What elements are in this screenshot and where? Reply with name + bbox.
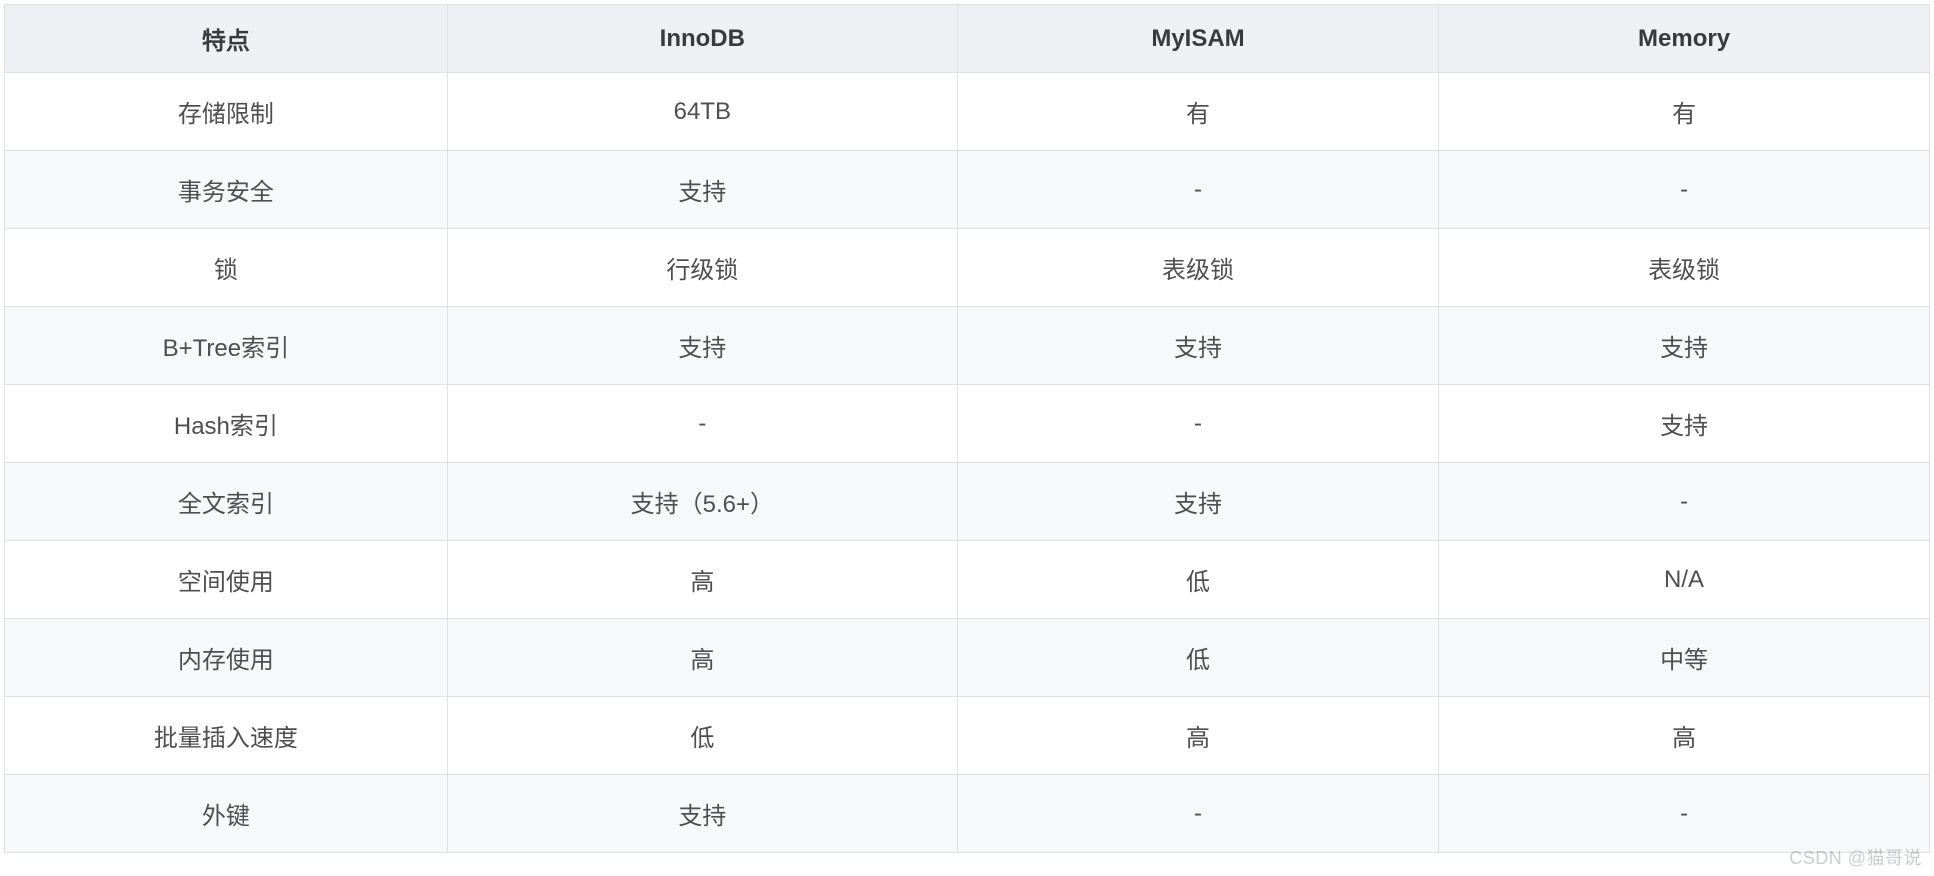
cell-innodb: - [447,385,957,463]
cell-innodb: 高 [447,619,957,697]
table-row: 锁 行级锁 表级锁 表级锁 [5,229,1930,307]
cell-memory: 有 [1439,73,1930,151]
cell-myisam: - [957,151,1438,229]
cell-innodb: 支持（5.6+） [447,463,957,541]
cell-memory: 表级锁 [1439,229,1930,307]
table-row: B+Tree索引 支持 支持 支持 [5,307,1930,385]
cell-innodb: 高 [447,541,957,619]
cell-memory: - [1439,151,1930,229]
cell-innodb: 低 [447,697,957,775]
cell-feature: 外键 [5,775,448,853]
table-row: 事务安全 支持 - - [5,151,1930,229]
header-memory: Memory [1439,5,1930,73]
table-row: 外键 支持 - - [5,775,1930,853]
cell-feature: 全文索引 [5,463,448,541]
table-row: 批量插入速度 低 高 高 [5,697,1930,775]
cell-feature: 内存使用 [5,619,448,697]
cell-myisam: 支持 [957,307,1438,385]
cell-memory: - [1439,775,1930,853]
cell-feature: B+Tree索引 [5,307,448,385]
cell-feature: 批量插入速度 [5,697,448,775]
storage-engine-comparison-table: 特点 InnoDB MyISAM Memory 存储限制 64TB 有 有 事务… [4,4,1930,853]
cell-innodb: 行级锁 [447,229,957,307]
header-innodb: InnoDB [447,5,957,73]
table-row: 全文索引 支持（5.6+） 支持 - [5,463,1930,541]
cell-memory: 中等 [1439,619,1930,697]
table-row: Hash索引 - - 支持 [5,385,1930,463]
cell-myisam: 低 [957,619,1438,697]
cell-myisam: - [957,385,1438,463]
cell-innodb: 64TB [447,73,957,151]
cell-myisam: 表级锁 [957,229,1438,307]
cell-feature: 存储限制 [5,73,448,151]
cell-memory: 支持 [1439,385,1930,463]
header-feature: 特点 [5,5,448,73]
cell-myisam: 支持 [957,463,1438,541]
header-myisam: MyISAM [957,5,1438,73]
cell-innodb: 支持 [447,151,957,229]
cell-myisam: - [957,775,1438,853]
cell-myisam: 低 [957,541,1438,619]
table-row: 空间使用 高 低 N/A [5,541,1930,619]
cell-innodb: 支持 [447,775,957,853]
cell-feature: 事务安全 [5,151,448,229]
cell-feature: 空间使用 [5,541,448,619]
cell-myisam: 高 [957,697,1438,775]
cell-myisam: 有 [957,73,1438,151]
cell-feature: 锁 [5,229,448,307]
cell-memory: 支持 [1439,307,1930,385]
cell-innodb: 支持 [447,307,957,385]
table-header-row: 特点 InnoDB MyISAM Memory [5,5,1930,73]
cell-feature: Hash索引 [5,385,448,463]
cell-memory: 高 [1439,697,1930,775]
cell-memory: N/A [1439,541,1930,619]
table-row: 内存使用 高 低 中等 [5,619,1930,697]
cell-memory: - [1439,463,1930,541]
table-row: 存储限制 64TB 有 有 [5,73,1930,151]
